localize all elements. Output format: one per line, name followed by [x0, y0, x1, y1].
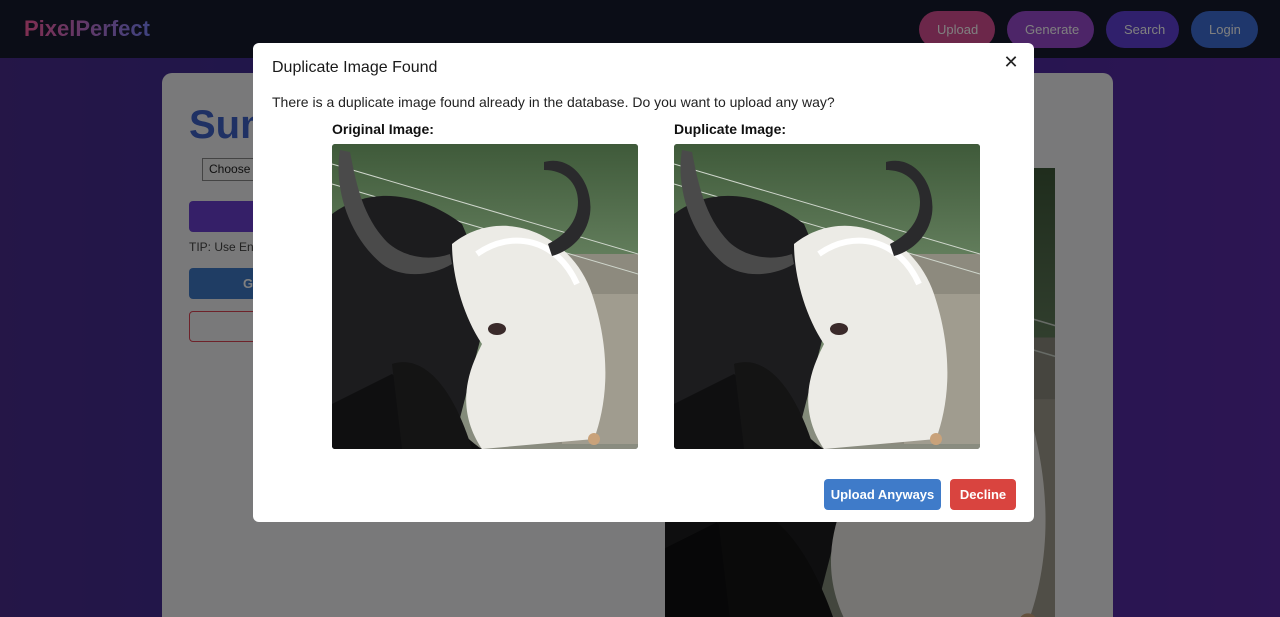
original-image: [332, 144, 638, 449]
original-yak-image: [332, 144, 638, 449]
duplicate-image-label: Duplicate Image:: [674, 121, 787, 137]
duplicate-yak-image: [674, 144, 980, 449]
decline-button[interactable]: Decline: [950, 479, 1016, 510]
modal-message: There is a duplicate image found already…: [272, 94, 835, 110]
duplicate-image-modal: Duplicate Image Found ✕ There is a dupli…: [253, 43, 1034, 522]
upload-anyways-button[interactable]: Upload Anyways: [824, 479, 941, 510]
original-image-label: Original Image:: [332, 121, 434, 137]
modal-title: Duplicate Image Found: [272, 59, 438, 76]
duplicate-image: [674, 144, 980, 449]
close-icon[interactable]: ✕: [1002, 53, 1020, 71]
